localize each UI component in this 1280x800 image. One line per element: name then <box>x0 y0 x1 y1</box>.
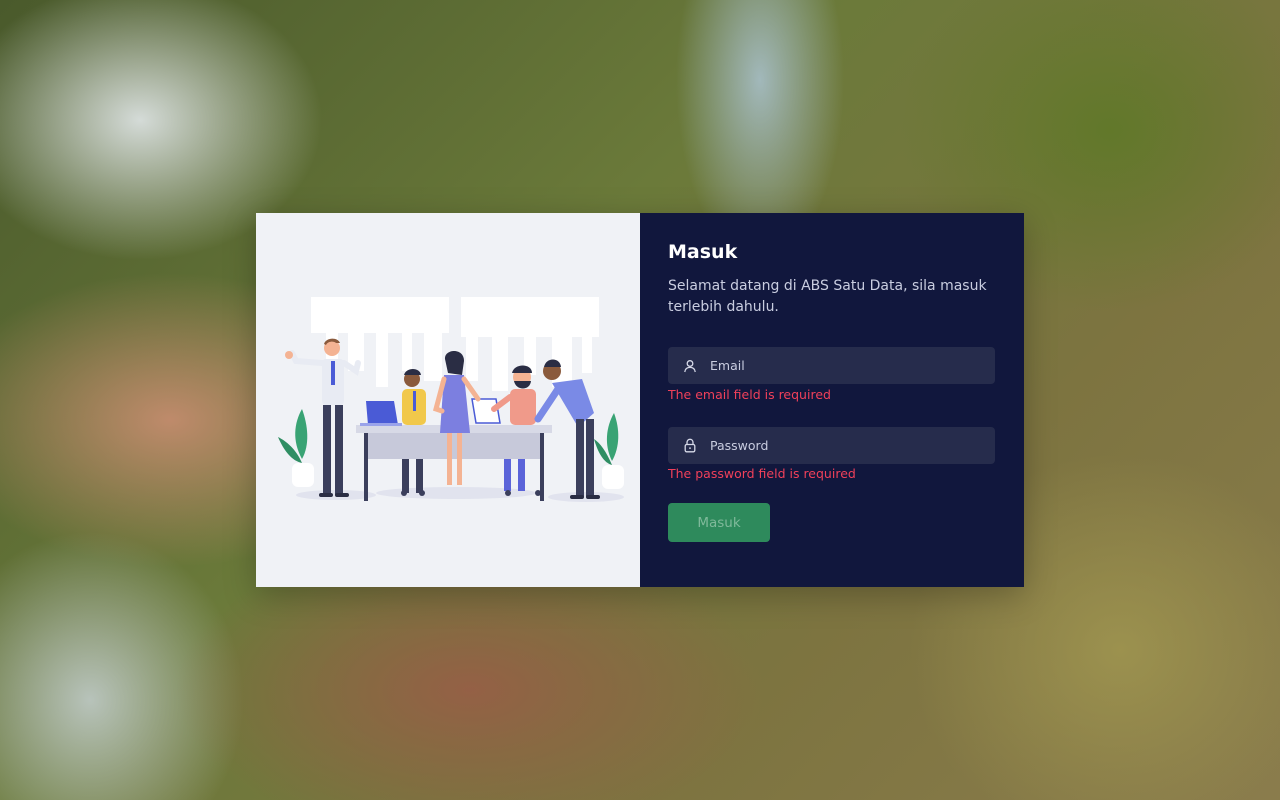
login-submit-button[interactable]: Masuk <box>668 503 770 542</box>
login-title: Masuk <box>668 241 738 263</box>
user-icon <box>672 347 708 384</box>
password-error-message: The password field is required <box>668 466 856 481</box>
email-input[interactable] <box>708 347 995 384</box>
email-field[interactable] <box>668 347 995 384</box>
login-subtitle: Selamat datang di ABS Satu Data, sila ma… <box>668 278 987 315</box>
email-error-message: The email field is required <box>668 387 831 402</box>
login-card: Masuk Selamat datang di ABS Satu Data, s… <box>256 213 1024 587</box>
password-input[interactable] <box>708 427 995 464</box>
login-form-panel: Masuk Selamat datang di ABS Satu Data, s… <box>640 213 1024 587</box>
team-illustration <box>278 297 624 502</box>
password-field[interactable] <box>668 427 995 464</box>
team-illustration-panel <box>256 213 640 587</box>
lock-icon <box>672 427 708 464</box>
